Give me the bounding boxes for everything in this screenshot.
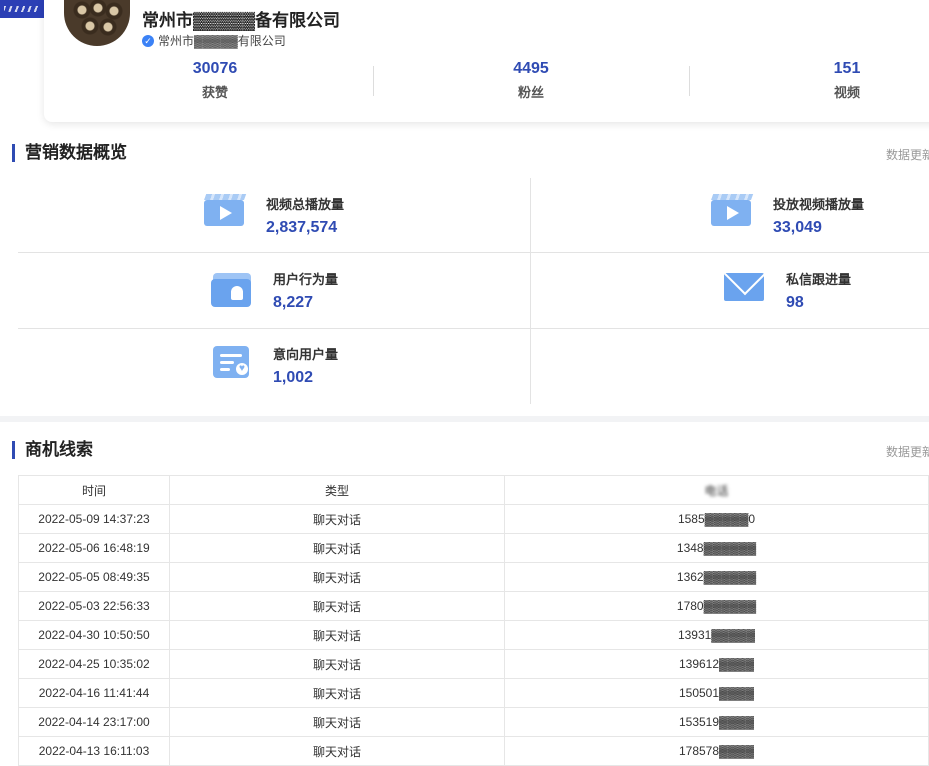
metric-intent-users: ♥ 意向用户量 1,002 bbox=[211, 344, 338, 387]
cell-phone: 139612▓▓▓▓ bbox=[504, 649, 929, 679]
metric-label: 私信跟进量 bbox=[786, 272, 852, 287]
metric-total-views: 视频总播放量 2,837,574 bbox=[204, 194, 344, 237]
user-folder-icon bbox=[211, 269, 255, 309]
stat-videos-value: 151 bbox=[833, 60, 861, 77]
stat-divider bbox=[689, 66, 690, 96]
cell-phone: 13931▓▓▓▓▓ bbox=[504, 620, 929, 650]
cell-time: 2022-05-05 08:49:35 bbox=[18, 562, 170, 592]
cell-phone: 150501▓▓▓▓ bbox=[504, 678, 929, 708]
cell-type: 聊天对话 bbox=[169, 562, 505, 592]
metric-value: 2,837,574 bbox=[266, 219, 338, 236]
stat-videos: 151 视频 bbox=[787, 60, 907, 101]
verified-badge-icon: ✓ bbox=[142, 34, 154, 47]
grid-divider bbox=[18, 252, 929, 253]
table-row[interactable]: 2022-04-30 10:50:50 聊天对话 13931▓▓▓▓▓ bbox=[18, 620, 929, 650]
stat-videos-label: 视频 bbox=[833, 85, 860, 100]
column-header-time[interactable]: 时间 bbox=[18, 475, 170, 505]
cell-phone: 1780▓▓▓▓▓▓ bbox=[504, 591, 929, 621]
stat-likes: 30076 获赞 bbox=[155, 60, 275, 101]
company-name: 常州市▓▓▓▓▓备有限公司 bbox=[142, 11, 340, 30]
cell-time: 2022-04-16 11:41:44 bbox=[18, 678, 170, 708]
metric-value: 1,002 bbox=[273, 369, 314, 386]
cell-phone: 178578▓▓▓▓ bbox=[504, 736, 929, 766]
overview-title: 营销数据概览 bbox=[12, 144, 127, 162]
table-row[interactable]: 2022-04-16 11:41:44 聊天对话 150501▓▓▓▓ bbox=[18, 678, 929, 708]
cell-time: 2022-05-03 22:56:33 bbox=[18, 591, 170, 621]
leads-title: 商机线索 bbox=[12, 441, 93, 459]
stat-likes-label: 获赞 bbox=[201, 85, 228, 100]
cell-type: 聊天对话 bbox=[169, 533, 505, 563]
overview-grid: 视频总播放量 2,837,574 投放视频播放量 33,049 用户行为量 8,… bbox=[18, 178, 929, 404]
leads-update-note: 数据更新 bbox=[886, 445, 929, 459]
metric-label: 投放视频播放量 bbox=[773, 197, 865, 212]
table-row[interactable]: 2022-05-03 22:56:33 聊天对话 1780▓▓▓▓▓▓ bbox=[18, 591, 929, 621]
cell-time: 2022-04-14 23:17:00 bbox=[18, 707, 170, 737]
header-decoration bbox=[0, 0, 44, 18]
metric-label: 用户行为量 bbox=[273, 272, 339, 287]
company-avatar[interactable] bbox=[64, 0, 130, 46]
mail-icon bbox=[724, 269, 768, 309]
table-row[interactable]: 2022-04-25 10:35:02 聊天对话 139612▓▓▓▓ bbox=[18, 649, 929, 679]
stat-divider bbox=[373, 66, 374, 96]
table-row[interactable]: 2022-05-09 14:37:23 聊天对话 1585▓▓▓▓▓0 bbox=[18, 504, 929, 534]
cell-type: 聊天对话 bbox=[169, 678, 505, 708]
cell-type: 聊天对话 bbox=[169, 504, 505, 534]
stat-fans: 4495 粉丝 bbox=[471, 60, 591, 101]
cell-time: 2022-05-09 14:37:23 bbox=[18, 504, 170, 534]
metric-value: 98 bbox=[786, 294, 804, 311]
metric-ad-views: 投放视频播放量 33,049 bbox=[711, 194, 864, 237]
cell-phone: 1348▓▓▓▓▓▓ bbox=[504, 533, 929, 563]
cell-type: 聊天对话 bbox=[169, 591, 505, 621]
stat-likes-value: 30076 bbox=[192, 60, 238, 77]
column-header-phone[interactable]: 电话 bbox=[504, 475, 929, 505]
verified-row: ✓ 常州市▓▓▓▓▓有限公司 bbox=[142, 32, 286, 49]
cell-time: 2022-04-30 10:50:50 bbox=[18, 620, 170, 650]
cell-phone: 1362▓▓▓▓▓▓ bbox=[504, 562, 929, 592]
cell-type: 聊天对话 bbox=[169, 649, 505, 679]
metric-label: 视频总播放量 bbox=[266, 197, 345, 212]
cell-time: 2022-04-25 10:35:02 bbox=[18, 649, 170, 679]
overview-update-note: 数据更新 bbox=[886, 148, 929, 162]
metric-dm-followups: 私信跟进量 98 bbox=[724, 269, 851, 312]
cell-time: 2022-04-13 16:11:03 bbox=[18, 736, 170, 766]
cell-type: 聊天对话 bbox=[169, 620, 505, 650]
video-icon bbox=[711, 194, 755, 234]
cell-phone: 153519▓▓▓▓ bbox=[504, 707, 929, 737]
grid-divider bbox=[530, 178, 531, 404]
cell-phone: 1585▓▓▓▓▓0 bbox=[504, 504, 929, 534]
column-header-type[interactable]: 类型 bbox=[169, 475, 505, 505]
stat-fans-label: 粉丝 bbox=[517, 85, 544, 100]
metric-user-actions: 用户行为量 8,227 bbox=[211, 269, 338, 312]
intent-card-icon: ♥ bbox=[211, 344, 255, 384]
profile-card: 常州市▓▓▓▓▓备有限公司 ✓ 常州市▓▓▓▓▓有限公司 30076 获赞 44… bbox=[44, 0, 929, 122]
verified-company-name: 常州市▓▓▓▓▓有限公司 bbox=[158, 34, 286, 48]
cell-time: 2022-05-06 16:48:19 bbox=[18, 533, 170, 563]
video-icon bbox=[204, 194, 248, 234]
metric-value: 33,049 bbox=[773, 219, 822, 236]
table-row[interactable]: 2022-05-05 08:49:35 聊天对话 1362▓▓▓▓▓▓ bbox=[18, 562, 929, 592]
metric-value: 8,227 bbox=[273, 294, 314, 311]
table-row[interactable]: 2022-04-14 23:17:00 聊天对话 153519▓▓▓▓ bbox=[18, 707, 929, 737]
cell-type: 聊天对话 bbox=[169, 707, 505, 737]
section-separator bbox=[0, 416, 929, 422]
grid-divider bbox=[18, 328, 929, 329]
table-row[interactable]: 2022-05-06 16:48:19 聊天对话 1348▓▓▓▓▓▓ bbox=[18, 533, 929, 563]
cell-type: 聊天对话 bbox=[169, 736, 505, 766]
metric-label: 意向用户量 bbox=[273, 347, 339, 362]
leads-table: 时间 类型 电话 2022-05-09 14:37:23 聊天对话 1585▓▓▓▓… bbox=[18, 475, 929, 766]
table-row[interactable]: 2022-04-13 16:11:03 聊天对话 178578▓▓▓▓ bbox=[18, 736, 929, 766]
table-header-row: 时间 类型 电话 bbox=[18, 475, 929, 505]
stat-fans-value: 4495 bbox=[513, 60, 549, 77]
